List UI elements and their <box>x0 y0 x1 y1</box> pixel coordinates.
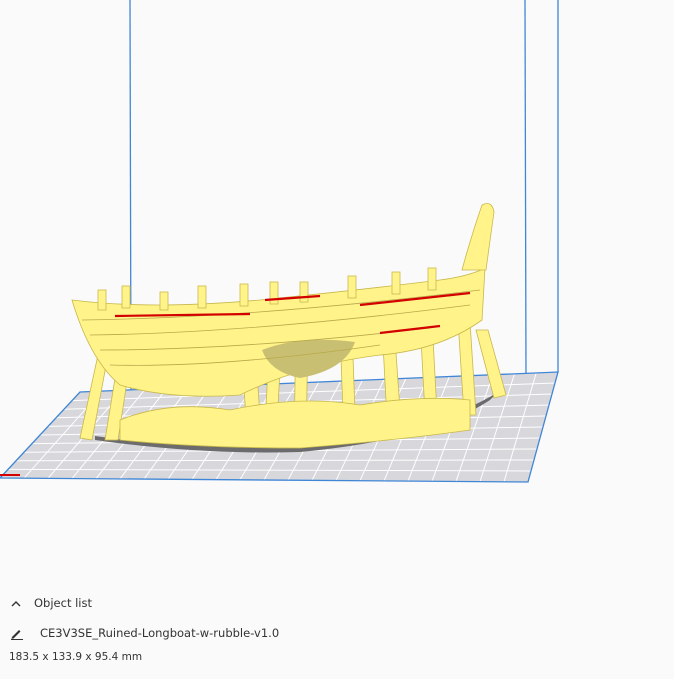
pencil-icon[interactable] <box>8 624 26 642</box>
object-name: CE3V3SE_Ruined-Longboat-w-rubble-v1.0 <box>40 626 280 640</box>
object-name-row: CE3V3SE_Ruined-Longboat-w-rubble-v1.0 <box>8 624 279 642</box>
build-volume-edge-back-mid <box>524 0 527 376</box>
3d-viewport[interactable]: Object list CE3V3SE_Ruined-Longboat-w-ru… <box>0 0 674 679</box>
viewport-canvas[interactable] <box>0 0 674 679</box>
object-list-label: Object list <box>34 596 92 610</box>
chevron-up-icon <box>8 595 24 611</box>
object-list-toggle[interactable]: Object list <box>8 594 92 612</box>
object-dimensions: 183.5 x 133.9 x 95.4 mm <box>9 651 143 663</box>
